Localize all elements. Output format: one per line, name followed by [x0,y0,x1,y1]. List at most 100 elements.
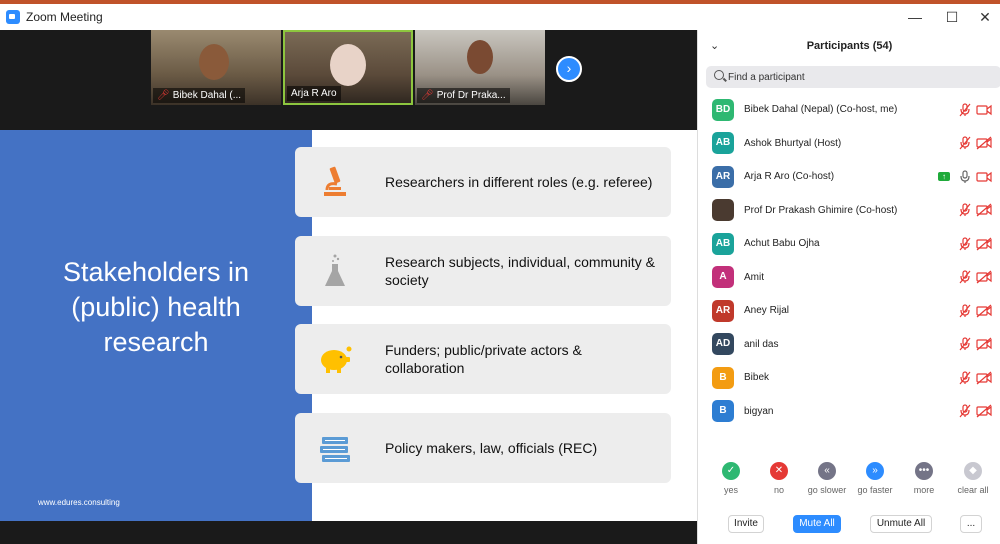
camera-off-icon[interactable] [976,304,992,318]
mic-muted-icon[interactable] [958,203,972,217]
reaction-icon: ✕ [770,462,788,480]
reaction-label: no [773,485,784,495]
participant-name: Arja R Aro (Co-host) [744,171,835,182]
microscope-icon [324,166,346,196]
mute-all-button[interactable]: Mute All [793,515,841,533]
participant-photo-avatar [712,199,734,221]
reaction-clear-all-button[interactable]: ◆ clear all [948,462,998,495]
camera-off-icon[interactable] [976,136,992,150]
mic-muted-icon: 🎤︎ [421,90,434,101]
participant-row[interactable]: BD Bibek Dahal (Nepal) (Co-host, me) [698,93,1000,126]
mic-muted-icon[interactable] [958,102,972,117]
video-tile-name: Prof Dr Praka... [436,90,506,101]
invite-button[interactable]: Invite [728,515,764,533]
slide-card: Funders; public/private actors & collabo… [295,324,671,394]
participant-name: Prof Dr Prakash Ghimire (Co-host) [744,204,898,216]
video-tile-label: Arja R Aro [287,86,341,101]
video-tile[interactable]: 🎤︎ Bibek Dahal (... [151,30,281,105]
participant-row[interactable]: A Amit [698,261,1000,294]
reaction-label: clear all [957,485,989,495]
participant-row[interactable]: AB Achut Babu Ojha [698,227,1000,260]
participant-video [199,44,229,80]
participant-avatar: AB [712,232,734,255]
slide-footer-url: www.edures.consulting [38,498,120,507]
participant-search[interactable] [706,66,1000,88]
participant-row[interactable]: AB Ashok Bhurtyal (Host) [698,127,1000,160]
camera-off-icon[interactable] [976,203,992,217]
participant-avatar: BD [712,98,734,121]
reaction-label: yes [723,485,738,495]
video-tile-label: 🎤︎ Prof Dr Praka... [417,88,510,103]
unmute-all-button[interactable]: Unmute All [870,515,932,533]
camera-off-icon[interactable] [976,371,992,385]
camera-icon[interactable] [976,103,992,117]
mic-muted-icon: 🎤︎ [157,90,170,101]
participant-name: Bibek [744,372,770,383]
participants-list[interactable]: BD Bibek Dahal (Nepal) (Co-host, me) AB Ash… [698,93,1000,441]
reaction-more-button[interactable]: ••• more [899,462,949,495]
mic-muted-icon[interactable] [958,270,972,284]
camera-off-icon[interactable] [976,404,992,418]
video-tile[interactable]: 🎤︎ Prof Dr Praka... [415,30,545,105]
mic-muted-icon[interactable] [958,136,972,150]
mic-icon[interactable] [958,169,972,184]
participant-row[interactable]: AD anil das [698,328,1000,361]
minimize-button[interactable]: — [895,4,935,30]
screen-share-icon: ↑ [938,172,950,181]
participants-panel: ⌄ Participants (54) BD Bibek Dahal (Nepal… [697,30,1000,544]
meeting-bottom-bar [0,521,697,544]
participant-name: Ashok Bhurtyal (Host) [744,137,842,149]
video-thumbnail-strip: 🎤︎ Bibek Dahal (... Arja R Aro 🎤︎ Prof D… [0,30,697,130]
participant-row[interactable]: AR Arja R Aro (Co-host) ↑ [698,160,1000,193]
slide-card: Research subjects, individual, community… [295,236,671,306]
participant-row[interactable]: Bbigyan [698,395,1000,428]
title-bar: Zoom Meeting — ☐ ✕ [0,4,1000,30]
reaction-icon: ••• [915,462,933,480]
reaction-no-button[interactable]: ✕ no [754,462,804,495]
video-tile-label: 🎤︎ Bibek Dahal (... [153,88,246,103]
slide-title: Stakeholders in (public) health research [62,257,250,357]
reaction-go-slower-button[interactable]: « go slower [802,462,852,495]
mic-muted-icon[interactable] [958,303,972,318]
slide-card-text: Research subjects, individual, community… [385,254,656,288]
video-tile-name: Arja R Aro [291,88,337,99]
next-page-button[interactable]: › [556,56,582,82]
reaction-go-faster-button[interactable]: » go faster [850,462,900,495]
participant-actions: Invite Mute All Unmute All ... [698,515,1000,535]
reaction-icon: ✓ [722,462,740,480]
reaction-icon: » [866,462,884,480]
slide-title-panel: Stakeholders in (public) health research… [0,130,312,521]
video-tile-name: Bibek Dahal (... [172,90,242,101]
camera-off-icon[interactable] [976,270,992,284]
participant-row[interactable]: AR Aney Rijal [698,294,1000,327]
mic-muted-icon[interactable] [958,236,972,251]
mic-muted-icon[interactable] [958,370,972,385]
mic-muted-icon[interactable] [958,404,972,418]
close-button[interactable]: ✕ [965,4,1000,30]
books-icon [320,437,350,462]
video-tile-active-speaker[interactable]: Arja R Aro [283,30,413,105]
participant-avatar: B [712,366,734,389]
participant-avatar: AD [712,333,734,355]
slide-card: Policy makers, law, officials (REC) [295,413,671,483]
camera-off-icon[interactable] [976,237,992,251]
participants-title: Participants (54) [806,40,893,52]
reaction-yes-button[interactable]: ✓ yes [706,462,756,495]
camera-off-icon[interactable] [976,337,992,351]
participants-header: ⌄ Participants (54) [698,30,1000,64]
participant-row[interactable]: B Bibek [698,361,1000,394]
shared-screen-slide: Stakeholders in (public) health research… [0,130,697,521]
participant-name: Achut Babu Ojha [744,238,820,249]
search-input[interactable] [728,69,988,85]
mic-muted-icon[interactable] [958,337,972,351]
slide-card-text: Policy makers, law, officials (REC) [385,440,598,456]
camera-icon[interactable] [976,170,992,184]
reaction-icon: « [818,462,836,480]
participant-row[interactable]: Prof Dr Prakash Ghimire (Co-host) [698,194,1000,227]
more-options-button[interactable]: ... [960,515,982,533]
participant-name: Bibek Dahal (Nepal) (Co-host, me) [744,104,898,115]
slide-card: Researchers in different roles (e.g. ref… [295,147,671,217]
participant-avatar: AB [712,132,734,154]
reaction-icon: ◆ [964,462,982,480]
reaction-label: go faster [857,485,893,495]
